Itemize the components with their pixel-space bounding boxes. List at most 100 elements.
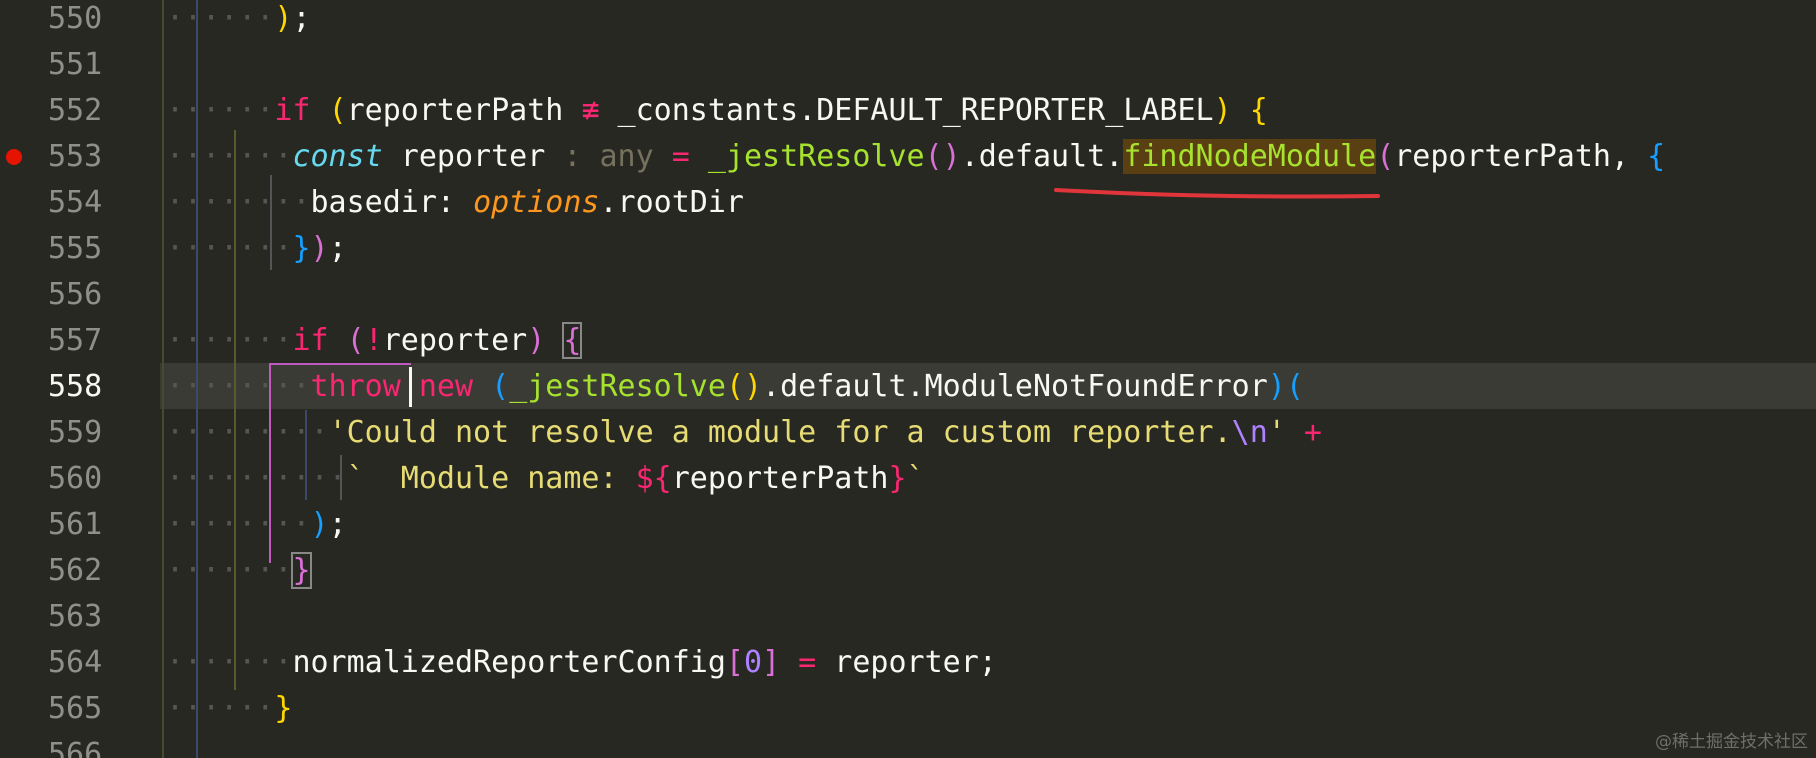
line-number: 552 <box>48 93 103 128</box>
code-token: ( <box>346 323 365 358</box>
code-line[interactable]: 559 ·········'Could not resolve a module … <box>0 410 1816 456</box>
code-line[interactable]: 554 ········basedir: options.rootDir <box>0 180 1816 226</box>
code-token: reporterPath <box>671 461 889 496</box>
code-token: ) <box>1213 93 1232 128</box>
whitespace-dots: ······· <box>166 139 293 174</box>
line-number: 553 <box>48 139 103 174</box>
code-token: ' <box>1267 415 1286 450</box>
code-token: { <box>1647 139 1666 174</box>
line-number: 551 <box>48 47 103 82</box>
code-token: reporter <box>382 323 528 358</box>
line-number: 555 <box>48 231 103 266</box>
code-line[interactable]: 551 <box>0 42 1816 88</box>
code-text: ·······} <box>166 548 312 594</box>
code-token: reporter <box>382 139 564 174</box>
code-token: [ <box>725 645 744 680</box>
code-token: 0 <box>743 645 763 680</box>
whitespace-dots: ········ <box>166 369 311 404</box>
code-text: ··········` Module name: ${reporterPath}… <box>166 456 925 502</box>
code-text: ······} <box>166 686 292 732</box>
code-text: ······); <box>166 0 311 42</box>
code-token: reporterPath <box>346 93 582 128</box>
code-line[interactable]: 555 ·······}); <box>0 226 1816 272</box>
code-token: reporter; <box>816 645 997 680</box>
code-token: _jestResolve <box>509 369 726 404</box>
annotation-underline <box>1054 188 1380 199</box>
whitespace-dots: ······· <box>166 231 293 266</box>
code-token: : any <box>563 139 654 174</box>
line-number: 564 <box>48 645 103 680</box>
code-line[interactable]: 556 <box>0 272 1816 318</box>
code-token: = <box>798 645 817 680</box>
line-number: 562 <box>48 553 103 588</box>
breakpoint-icon[interactable] <box>6 149 22 165</box>
code-text: ·······const reporter : any = _jestResol… <box>166 134 1665 180</box>
code-token: if <box>292 323 329 358</box>
code-token: .default.ModuleNotFoundError <box>762 369 1268 404</box>
code-line[interactable]: 562 ·······} <box>0 548 1816 594</box>
code-token: throw <box>310 369 401 404</box>
code-token: } <box>274 691 293 726</box>
code-token: basedir: <box>310 185 474 220</box>
code-token: if <box>274 93 311 128</box>
whitespace-dots: ······· <box>166 323 293 358</box>
code-token: } <box>292 231 311 266</box>
whitespace-dots: ······· <box>166 645 293 680</box>
code-editor[interactable]: 550 ······); 551 552 ······if (reporterPath … <box>0 0 1816 758</box>
code-line[interactable]: 566 <box>0 732 1816 758</box>
line-number: 565 <box>48 691 103 726</box>
line-number: 559 <box>48 415 103 450</box>
whitespace-dots: ········ <box>166 185 311 220</box>
code-line[interactable]: 560 ··········` Module name: ${reporterPa… <box>0 456 1816 502</box>
code-token: )( <box>1267 369 1304 404</box>
code-token: new <box>418 369 474 404</box>
code-token: findNodeModule <box>1123 139 1377 174</box>
whitespace-dots: ········· <box>166 415 329 450</box>
code-line[interactable]: 553 ·······const reporter : any = _jestRe… <box>0 134 1816 180</box>
code-token: } <box>291 552 312 589</box>
code-token: ) <box>310 507 329 542</box>
code-token: .rootDir <box>599 185 745 220</box>
code-text: ········); <box>166 502 347 548</box>
code-line[interactable]: 564 ·······normalizedReporterConfig[0] = … <box>0 640 1816 686</box>
code-line[interactable]: 558 ········throw new (_jestResolve().def… <box>0 364 1816 410</box>
line-number: 561 <box>48 507 103 542</box>
code-token: 'Could not resolve a module for a custom… <box>328 415 1232 450</box>
code-line[interactable]: 565 ······} <box>0 686 1816 732</box>
code-token: .default. <box>960 139 1124 174</box>
code-token: ; <box>328 507 347 542</box>
line-number: 556 <box>48 277 103 312</box>
code-token: = <box>671 139 690 174</box>
code-text: ·······}); <box>166 226 347 272</box>
code-text: ······if (reporterPath ≢ _constants.DEFA… <box>166 88 1268 134</box>
line-number: 558 <box>48 369 103 404</box>
code-token: { <box>1249 93 1268 128</box>
code-line[interactable]: 552 ······if (reporterPath ≢ _constants.D… <box>0 88 1816 134</box>
whitespace-dots: ········ <box>166 507 311 542</box>
whitespace-dots: ······ <box>166 691 275 726</box>
code-token: ≢ <box>581 93 600 128</box>
code-token: ( <box>1376 139 1395 174</box>
code-line[interactable]: 550 ······); <box>0 0 1816 42</box>
whitespace-dots: ······ <box>166 1 275 36</box>
code-token: () <box>725 369 763 404</box>
code-token: + <box>1303 415 1322 450</box>
text-cursor <box>409 367 412 407</box>
code-token: _constants.DEFAULT_REPORTER_LABEL <box>599 93 1214 128</box>
line-number: 557 <box>48 323 103 358</box>
code-line[interactable]: 557 ·······if (!reporter) { <box>0 318 1816 364</box>
code-line[interactable]: 563 <box>0 594 1816 640</box>
code-token: } <box>888 461 907 496</box>
whitespace-dots: ······ <box>166 93 275 128</box>
line-number: 563 <box>48 599 103 634</box>
code-line[interactable]: 561 ········); <box>0 502 1816 548</box>
code-token: ` Module name: <box>346 461 636 496</box>
code-token: \n <box>1231 415 1268 450</box>
